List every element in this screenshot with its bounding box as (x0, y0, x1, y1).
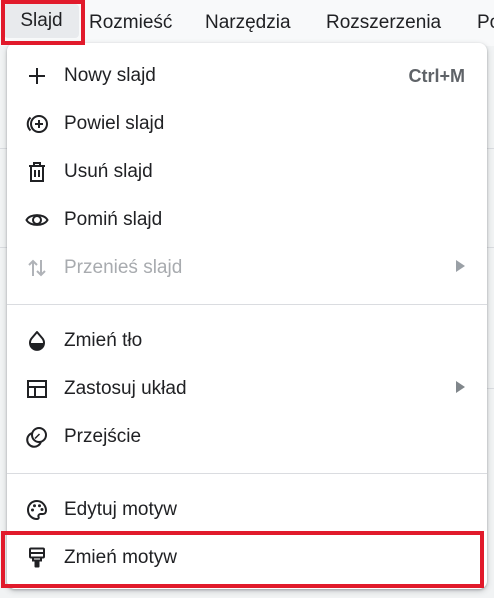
menu-item-edit-theme[interactable]: Edytuj motyw (7, 486, 487, 534)
menu-item-change-theme[interactable]: Zmień motyw (7, 534, 487, 582)
menu-item-move-slide[interactable]: Przenieś slajd (7, 244, 487, 292)
plus-icon (25, 64, 49, 88)
menu-item-label: Powiel slajd (64, 113, 165, 134)
menu-item-change-background[interactable]: Zmień tło (7, 317, 487, 365)
transition-icon (25, 425, 49, 449)
background-divider (487, 148, 494, 149)
background-divider (0, 247, 7, 248)
menu-item-label: Przejście (64, 426, 142, 447)
menu-item-label: Usuń slajd (64, 161, 153, 182)
duplicate-icon (25, 112, 49, 136)
menu-item-delete-slide[interactable]: Usuń slajd (7, 148, 487, 196)
menu-item-label: Edytuj motyw (64, 499, 177, 520)
menubar-item-extensions[interactable]: Rozszerzenia (326, 10, 441, 36)
menubar-item-slide[interactable]: Slajd (4, 4, 79, 38)
menu-item-new-slide[interactable]: Nowy slajd Ctrl+M (7, 52, 487, 100)
drop-icon (25, 329, 49, 353)
menu-divider (7, 304, 487, 305)
menubar-item-tools[interactable]: Narzędzia (205, 10, 291, 36)
palette-icon (25, 498, 49, 522)
app-root: Slajd Rozmieść Narzędzia Rozszerzenia Po… (0, 0, 494, 598)
menu-divider (7, 473, 487, 474)
menu-item-transition[interactable]: Przejście (7, 413, 487, 461)
menu-item-label: Przenieś slajd (64, 257, 183, 278)
shortcut-label: Ctrl+M (408, 66, 465, 86)
menu-item-label: Zmień motyw (64, 547, 177, 568)
menu-item-skip-slide[interactable]: Pomiń slajd (7, 196, 487, 244)
trash-icon (25, 160, 49, 184)
eye-icon (25, 208, 49, 232)
menubar-item-arrange[interactable]: Rozmieść (89, 10, 172, 36)
background-divider (487, 388, 494, 389)
menubar: Slajd Rozmieść Narzędzia Rozszerzenia Po (0, 0, 494, 46)
move-arrows-icon (25, 256, 49, 280)
menu-item-label: Zastosuj układ (64, 378, 187, 399)
menu-item-label: Zmień tło (64, 330, 143, 351)
background-divider (0, 148, 7, 149)
menubar-item-help[interactable]: Po (477, 10, 494, 36)
menu-item-duplicate-slide[interactable]: Powiel slajd (7, 100, 487, 148)
paint-roller-icon (25, 546, 49, 570)
menu-item-label: Nowy slajd (64, 65, 156, 86)
layout-icon (25, 377, 49, 401)
menu-item-label: Pomiń slajd (64, 209, 163, 230)
slide-menu-dropdown: Nowy slajd Ctrl+M Powiel slajd Usuń slaj… (7, 43, 487, 589)
background-divider (487, 247, 494, 248)
submenu-arrow-icon (456, 260, 465, 272)
menu-item-apply-layout[interactable]: Zastosuj układ (7, 365, 487, 413)
submenu-arrow-icon (456, 381, 465, 393)
